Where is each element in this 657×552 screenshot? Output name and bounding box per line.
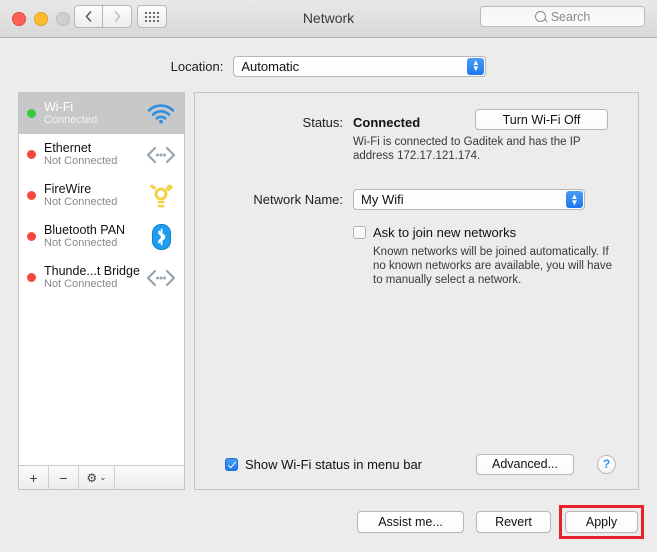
ethernet-icon [146,269,176,286]
revert-label: Revert [495,515,532,529]
location-value: Automatic [241,58,300,74]
apply-button-highlight [559,505,644,539]
sidebar-toolbar-filler [115,466,184,489]
network-name-label: Network Name: [253,192,343,207]
turn-wifi-off-label: Turn Wi-Fi Off [502,112,581,127]
advanced-label: Advanced... [491,457,558,471]
status-value: Connected [353,115,421,130]
service-status-dot [27,150,36,159]
service-actions-button[interactable]: ⚙ ⌄ [79,466,115,489]
sidebar-item-wi-fi[interactable]: Wi-Fi Connected [19,93,184,134]
panel-footer: Show Wi-Fi status in menu bar Advanced..… [195,453,638,475]
assist-me-button[interactable]: Assist me... [357,511,464,533]
bluetooth-icon [144,223,178,250]
remove-service-button[interactable]: − [49,466,79,489]
ask-to-join-row[interactable]: Ask to join new networks [353,225,516,240]
service-status-dot [27,109,36,118]
network-name-value: My Wifi [361,192,404,207]
ethernet-icon [144,146,178,164]
help-icon: ? [602,457,611,471]
location-label: Location: [170,58,224,74]
service-name: Thunde...t Bridge [44,264,140,278]
status-description: Wi-Fi is connected to Gaditek and has th… [353,136,581,162]
service-status-dot [27,273,36,282]
location-select[interactable]: Automatic ▲ ▼ [233,55,487,77]
service-name: FireWire [44,182,92,196]
sidebar-item-firewire[interactable]: FireWire Not Connected [19,175,184,216]
gear-icon: ⚙ [86,470,98,485]
search-icon [534,11,546,22]
firewire-icon [144,183,178,209]
sidebar-item-ethernet[interactable]: Ethernet Not Connected [19,134,184,175]
service-list: Wi-Fi Connected Ethernet Not Connected FireW… [19,93,184,465]
wifi-icon [144,103,178,124]
wifi-settings-panel: Status: Connected Turn Wi-Fi Off Wi-Fi i… [194,92,639,490]
chevron-updown-icon: ▲ ▼ [566,191,583,208]
ask-to-join-checkbox[interactable] [353,226,366,239]
show-wifi-status-label: Show Wi-Fi status in menu bar [245,456,423,472]
service-text: Bluetooth PAN Not Connected [44,223,144,250]
service-name: Wi-Fi [44,100,74,114]
service-status-dot [27,191,36,200]
network-preferences-window: Network Search Location: Automatic ▲ ▼ Wi… [0,0,657,552]
service-text: Ethernet Not Connected [44,141,144,168]
turn-wifi-off-button[interactable]: Turn Wi-Fi Off [475,109,608,130]
help-button[interactable]: ? [597,454,616,474]
service-status-dot [27,232,36,241]
sidebar-toolbar: + − ⚙ ⌄ [19,465,184,489]
service-text: Wi-Fi Connected [44,100,144,127]
window-titlebar: Network Search [0,0,657,38]
ask-to-join-label: Ask to join new networks [373,225,517,240]
remove-service-label: − [59,469,68,486]
sidebar-item-thunde-t-bridge[interactable]: Thunde...t Bridge Not Connected [19,257,184,298]
firewire-icon [149,183,173,207]
show-wifi-status-row[interactable]: Show Wi-Fi status in menu bar [225,457,422,472]
search-placeholder: Search [550,9,591,24]
service-name: Ethernet [44,141,92,155]
service-state: Not Connected [44,155,118,167]
ethernet-icon [146,146,176,163]
assist-me-label: Assist me... [378,515,443,529]
search-field[interactable]: Search [480,6,645,27]
service-text: FireWire Not Connected [44,182,144,209]
services-sidebar: Wi-Fi Connected Ethernet Not Connected FireW… [18,92,185,490]
ask-to-join-description: Known networks will be joined automatica… [373,246,613,286]
service-text: Thunde...t Bridge Not Connected [44,264,144,291]
service-state: Not Connected [44,237,118,249]
service-name: Bluetooth PAN [44,223,126,237]
chevron-updown-icon: ▲ ▼ [467,57,485,75]
revert-button[interactable]: Revert [476,511,551,533]
sidebar-item-bluetooth-pan[interactable]: Bluetooth PAN Not Connected [19,216,184,257]
ethernet-icon [144,269,178,287]
service-state: Not Connected [44,196,118,208]
advanced-button[interactable]: Advanced... [476,453,574,475]
show-wifi-status-checkbox[interactable] [225,457,238,471]
service-state: Connected [44,114,98,126]
bluetooth-icon [151,223,171,250]
network-name-row: Network Name: My Wifi ▲ ▼ [195,189,638,210]
add-service-label: + [29,469,38,486]
chevron-down-icon: ⌄ [99,472,107,482]
service-state: Not Connected [44,278,118,290]
wifi-icon [147,103,175,123]
status-label: Status: [302,115,343,130]
location-row: Location: Automatic ▲ ▼ [0,54,657,78]
network-name-select[interactable]: My Wifi ▲ ▼ [353,189,585,210]
window-footer: Assist me... Revert Apply [0,500,657,552]
add-service-button[interactable]: + [19,466,49,489]
